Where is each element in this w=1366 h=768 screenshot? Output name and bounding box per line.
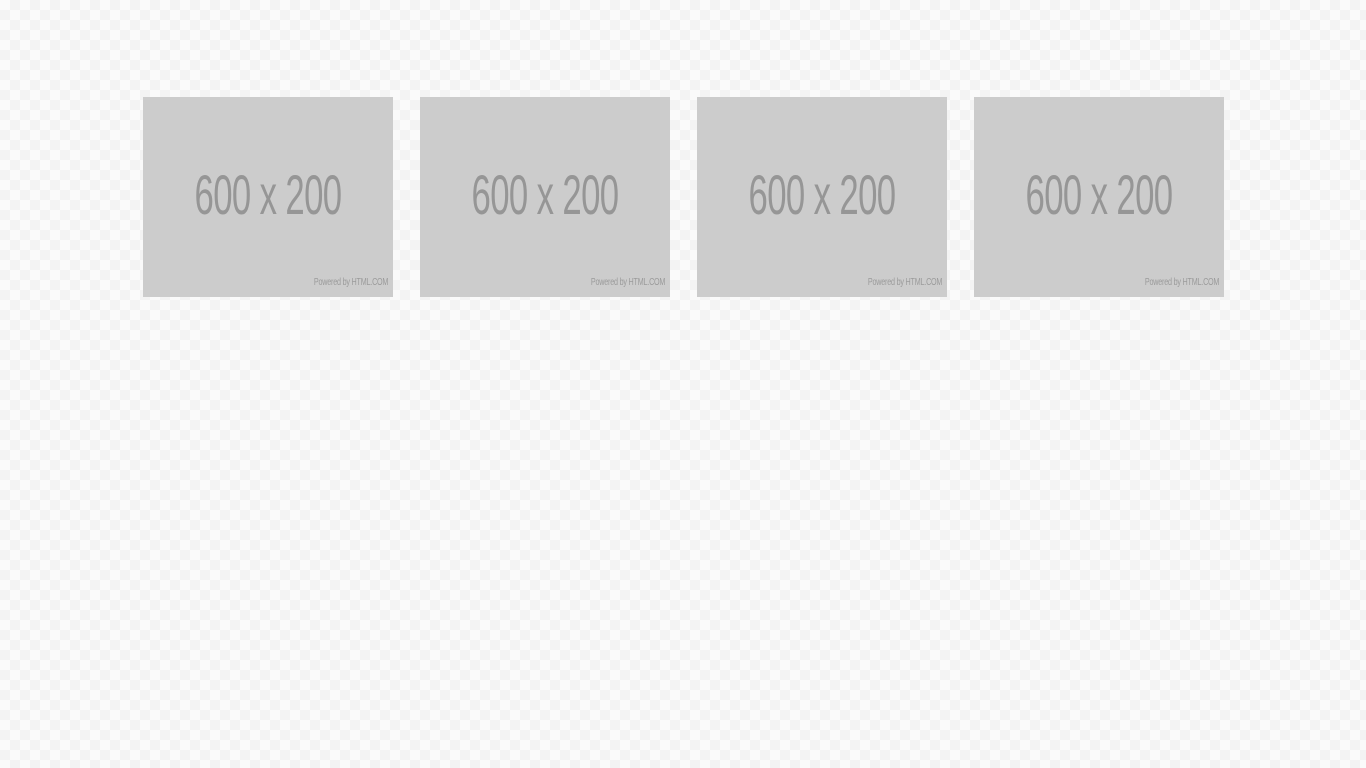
placeholder-size-label: 600 x 200 [194,163,343,226]
placeholder-size-label: 600 x 200 [748,163,897,226]
placeholder-image: 600 x 200 Powered by HTML.COM [143,97,393,297]
placeholder-image: 600 x 200 Powered by HTML.COM [974,97,1224,297]
placeholder-size-label: 600 x 200 [1025,163,1174,226]
placeholder-image: 600 x 200 Powered by HTML.COM [697,97,947,297]
placeholder-credit: Powered by HTML.COM [1144,277,1220,288]
placeholder-credit: Powered by HTML.COM [313,277,389,288]
placeholder-size-label: 600 x 200 [471,163,620,226]
placeholder-image-row: 600 x 200 Powered by HTML.COM 600 x 200 … [143,97,1224,297]
placeholder-credit: Powered by HTML.COM [867,277,943,288]
placeholder-image: 600 x 200 Powered by HTML.COM [420,97,670,297]
placeholder-credit: Powered by HTML.COM [590,277,666,288]
